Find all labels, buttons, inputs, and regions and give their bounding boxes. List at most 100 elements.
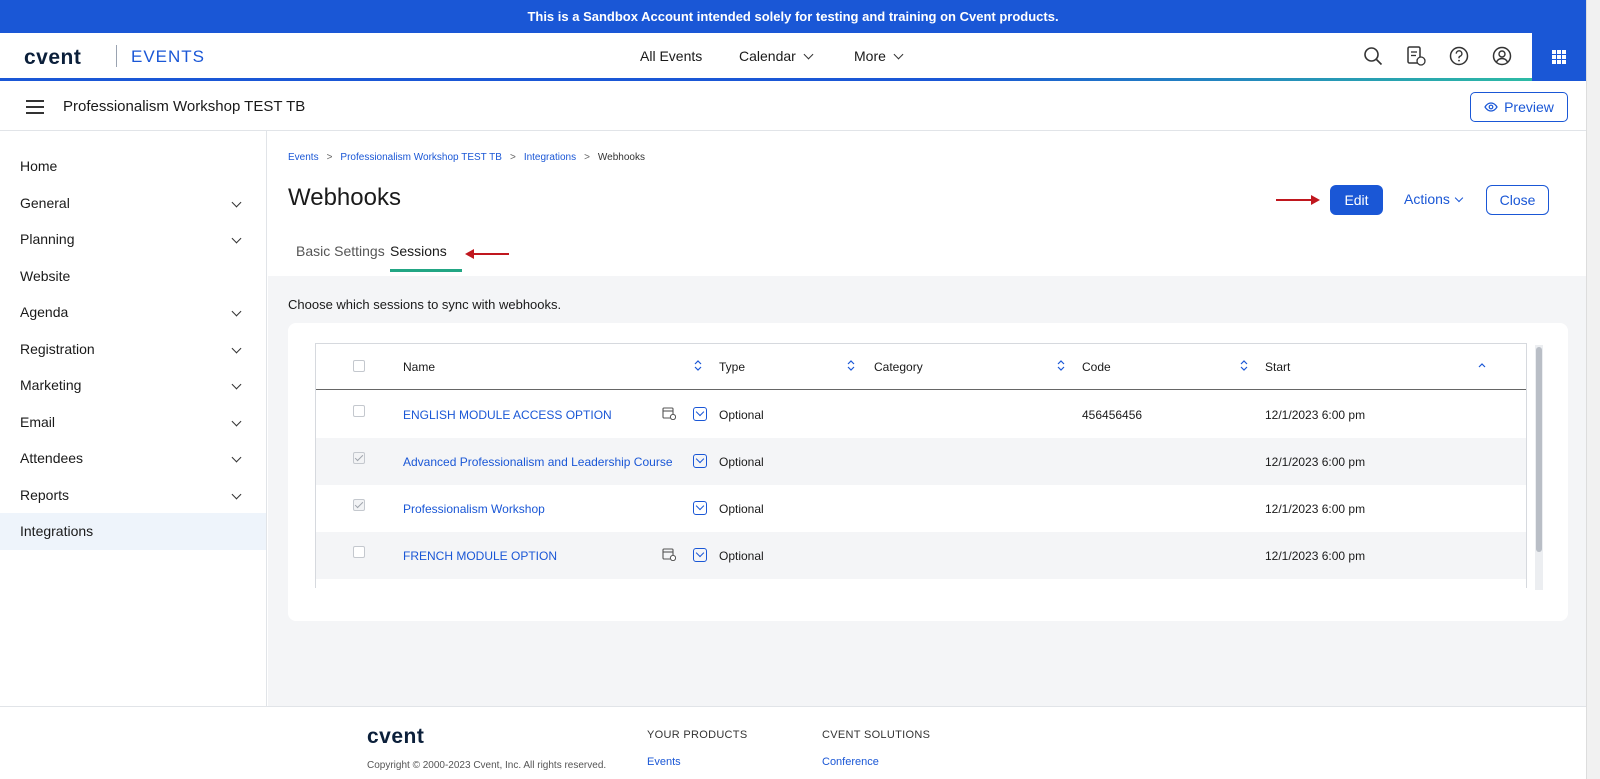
chevron-down-icon (231, 343, 242, 353)
sidebar-item-label: Registration (20, 340, 95, 357)
sidebar-item-reports[interactable]: Reports (0, 477, 266, 514)
page-scrollbar[interactable] (1586, 0, 1600, 779)
column-category[interactable]: Category (874, 360, 923, 374)
breadcrumb: Events > Professionalism Workshop TEST TB >… (288, 152, 645, 163)
sidebar-item-attendees[interactable]: Attendees (0, 440, 266, 477)
actions-menu[interactable]: Actions (1404, 191, 1464, 207)
table-scrollbar[interactable] (1535, 345, 1543, 590)
actions-label: Actions (1404, 191, 1450, 207)
column-start[interactable]: Start (1265, 360, 1290, 374)
help-icon[interactable] (1448, 45, 1470, 67)
column-name[interactable]: Name (403, 360, 435, 374)
preview-label: Preview (1504, 99, 1554, 115)
footer-products-heading: YOUR PRODUCTS (647, 729, 748, 741)
session-status-icon (693, 407, 707, 421)
calendar-icon[interactable] (662, 406, 676, 420)
chevron-down-icon (231, 306, 242, 317)
tab-basic-settings[interactable]: Basic Settings (296, 243, 385, 259)
footer-link-events[interactable]: Events (647, 756, 681, 768)
footer-solutions-heading: CVENT SOLUTIONS (822, 729, 931, 741)
sidebar-item-planning[interactable]: Planning (0, 221, 266, 258)
nav-all-events-label: All Events (640, 48, 703, 64)
calendar-icon[interactable] (662, 547, 676, 561)
close-button[interactable]: Close (1486, 185, 1549, 215)
session-name-link[interactable]: Professionalism Workshop (403, 502, 545, 516)
table-row[interactable]: FRENCH MODULE OPTION Optional 12/1/2023 … (316, 532, 1526, 579)
sidebar-item-label: Agenda (20, 304, 69, 321)
sidebar-item-agenda[interactable]: Agenda (0, 294, 266, 331)
session-status-icon (693, 548, 707, 562)
table-row[interactable]: ENGLISH MODULE ACCESS OPTION Optional 45… (316, 391, 1526, 438)
footer-cvent-logo: cvent (367, 725, 425, 748)
table-row[interactable]: Professionalism Workshop Optional 12/1/2… (316, 485, 1526, 532)
preview-button[interactable]: Preview (1470, 92, 1568, 122)
sidebar-item-general[interactable]: General (0, 185, 266, 222)
copyright-text: Copyright © 2000-2023 Cvent, Inc. All ri… (367, 760, 607, 771)
sidebar-item-marketing[interactable]: Marketing (0, 367, 266, 404)
column-code[interactable]: Code (1082, 360, 1111, 374)
table-row[interactable]: Advanced Professionalism and Leadership … (316, 438, 1526, 485)
annotation-arrow (1276, 195, 1320, 205)
row-checkbox[interactable] (353, 499, 365, 511)
sessions-table: Name Type Category Code Start ENGLISH MO… (315, 343, 1527, 588)
column-type[interactable]: Type (719, 360, 745, 374)
chevron-down-icon (1454, 193, 1464, 203)
tasks-icon[interactable] (1405, 45, 1427, 67)
footer-link-conference[interactable]: Conference (822, 756, 879, 768)
chevron-down-icon (231, 416, 242, 426)
nav-all-events[interactable]: All Events (640, 48, 702, 64)
sort-ascending-icon[interactable] (1478, 359, 1486, 372)
tab-sessions[interactable]: Sessions (390, 243, 447, 259)
app-grid-icon (1552, 50, 1566, 64)
page-header: Events > Professionalism Workshop TEST TB >… (268, 131, 1586, 276)
sidebar-item-label: General (20, 194, 70, 211)
edit-button[interactable]: Edit (1330, 185, 1383, 215)
breadcrumb-current: Webhooks (597, 152, 645, 163)
table-scrollbar-thumb[interactable] (1536, 347, 1542, 552)
nav-more[interactable]: More (854, 48, 904, 64)
sidebar-item-email[interactable]: Email (0, 404, 266, 441)
row-checkbox[interactable] (353, 452, 365, 464)
user-icon[interactable] (1491, 45, 1513, 67)
chevron-down-icon (803, 49, 814, 60)
sort-icon[interactable] (694, 359, 702, 372)
row-checkbox[interactable] (353, 546, 365, 558)
nav-calendar[interactable]: Calendar (739, 48, 814, 64)
logo-divider (116, 45, 117, 67)
sort-icon[interactable] (847, 359, 855, 372)
sort-icon[interactable] (1057, 359, 1065, 372)
session-start: 12/1/2023 6:00 pm (1265, 549, 1366, 563)
sidebar-item-label: Marketing (20, 377, 82, 394)
search-icon[interactable] (1362, 45, 1384, 67)
annotation-arrow (465, 249, 509, 259)
sessions-card: Name Type Category Code Start ENGLISH MO… (288, 323, 1568, 621)
top-navigation: cvent EVENTS All Events Calendar More (0, 33, 1586, 81)
session-start: 12/1/2023 6:00 pm (1265, 455, 1366, 469)
menu-icon[interactable] (26, 100, 44, 114)
app-switcher-button[interactable] (1532, 33, 1586, 81)
sidebar-item-label: Planning (20, 231, 75, 248)
sort-icon[interactable] (1240, 359, 1248, 372)
breadcrumb-events[interactable]: Events (288, 152, 319, 163)
breadcrumb-integrations[interactable]: Integrations (524, 152, 576, 163)
sidebar-item-home[interactable]: Home (0, 148, 266, 185)
row-checkbox[interactable] (353, 405, 365, 417)
session-type: Optional (719, 408, 764, 422)
session-name-link[interactable]: ENGLISH MODULE ACCESS OPTION (403, 408, 612, 422)
sidebar-item-label: Integrations (20, 523, 94, 540)
session-type: Optional (719, 455, 764, 469)
breadcrumb-event[interactable]: Professionalism Workshop TEST TB (340, 152, 502, 163)
sidebar-item-registration[interactable]: Registration (0, 331, 266, 368)
active-tab-indicator (390, 269, 462, 272)
select-all-checkbox[interactable] (353, 360, 365, 372)
chevron-down-icon (231, 379, 242, 390)
session-name-link[interactable]: Advanced Professionalism and Leadership … (403, 455, 673, 469)
session-name-link[interactable]: FRENCH MODULE OPTION (403, 549, 557, 563)
sidebar-item-website[interactable]: Website (0, 258, 266, 295)
sidebar-item-label: Website (20, 267, 71, 284)
sandbox-banner: This is a Sandbox Account intended solel… (0, 0, 1586, 33)
chevron-down-icon (893, 49, 904, 60)
nav-more-label: More (854, 48, 886, 64)
cvent-logo[interactable]: cvent (24, 46, 81, 70)
sidebar-item-integrations[interactable]: Integrations (0, 513, 266, 550)
